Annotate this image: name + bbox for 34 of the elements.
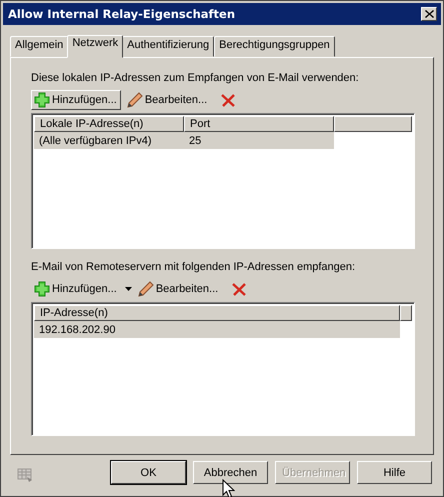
edit-button[interactable]: Bearbeiten... xyxy=(134,279,222,299)
window-title: Allow Internal Relay-Eigenschaften xyxy=(8,7,236,21)
table-cell-text: 25 xyxy=(188,134,202,146)
add-button[interactable]: Hinzufügen... xyxy=(31,279,121,299)
dialog-button[interactable]: Hilfe xyxy=(357,461,432,484)
close-icon xyxy=(424,10,434,18)
tab[interactable]: Allgemein xyxy=(10,36,68,57)
dialog-button[interactable]: Abbrechen xyxy=(193,461,268,484)
empty-column-header xyxy=(400,305,412,321)
tab[interactable]: Netzwerk xyxy=(67,35,124,58)
mouse-pointer-icon xyxy=(222,479,235,497)
pencil-icon xyxy=(126,92,143,108)
add-button[interactable]: Hinzufügen... xyxy=(31,90,121,110)
caret-icon[interactable] xyxy=(124,287,132,291)
delete-icon xyxy=(221,94,236,106)
edit-button[interactable]: Bearbeiten... xyxy=(124,90,212,110)
tab[interactable]: Authentifizierung xyxy=(122,36,214,57)
column-header[interactable]: IP-Adresse(n) xyxy=(34,305,400,321)
column-header[interactable]: Lokale IP-Adresse(n) xyxy=(34,116,184,132)
column-header[interactable]: Port xyxy=(184,116,334,132)
pencil-icon xyxy=(138,281,154,297)
close-button[interactable] xyxy=(421,7,437,21)
tab[interactable]: Berechtigungsgruppen xyxy=(214,36,335,57)
list-row[interactable]: (Alle verfügbaren IPv4) 25 xyxy=(34,132,334,149)
list-row[interactable]: 192.168.202.90 xyxy=(34,321,400,338)
section-label: E-Mail von Remoteservern mit folgenden IP-Adressen empfangen: xyxy=(31,261,356,275)
dialog-button[interactable]: OK xyxy=(111,461,186,484)
table-cell-text: 192.168.202.90 xyxy=(38,324,116,336)
plus-icon xyxy=(34,281,50,297)
grid-icon[interactable] xyxy=(17,466,33,482)
table-cell-text: (Alle verfügbaren IPv4) xyxy=(38,134,152,146)
section-label: Diese lokalen IP-Adressen zum Empfangen von E-Mail verwenden: xyxy=(31,72,360,86)
delete-icon xyxy=(232,282,246,296)
plus-icon xyxy=(34,92,50,108)
